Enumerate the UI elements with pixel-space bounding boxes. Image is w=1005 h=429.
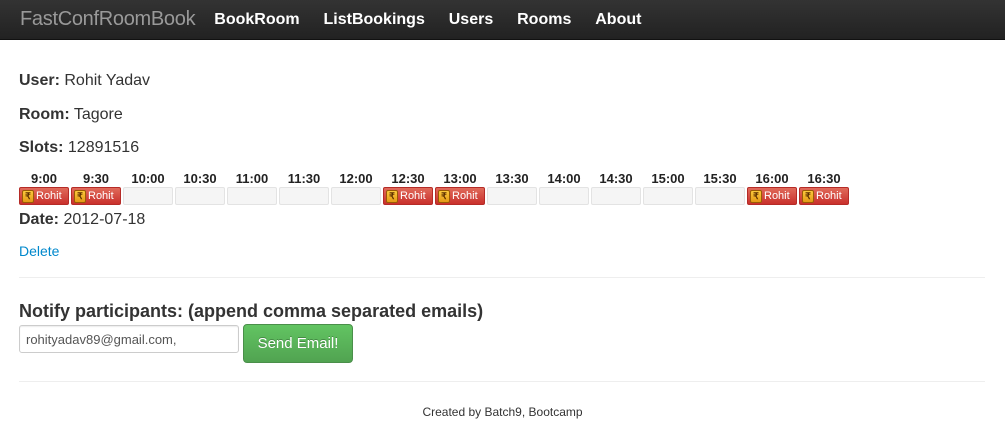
slot-time: 11:30 xyxy=(287,171,321,186)
slot-column: 11:00 xyxy=(227,170,277,205)
slot-empty[interactable] xyxy=(227,187,277,205)
slot-time: 16:30 xyxy=(807,171,841,186)
slot-empty[interactable] xyxy=(487,187,537,205)
slot-time: 12:00 xyxy=(339,171,373,186)
notify-title: Notify participants: (append comma separ… xyxy=(19,301,484,321)
slot-column: 15:30 xyxy=(695,170,745,205)
send-email-button[interactable]: Send Email! xyxy=(243,324,353,363)
slot-time: 12:30 xyxy=(391,171,425,186)
slot-time: 13:00 xyxy=(443,171,477,186)
slot-booker: Rohit xyxy=(400,190,426,202)
slot-empty[interactable] xyxy=(539,187,589,205)
slot-empty[interactable] xyxy=(591,187,641,205)
date-field: Date: 2012-07-18 xyxy=(19,211,145,229)
rupee-icon: ₹ xyxy=(438,189,450,203)
nav-rooms[interactable]: Rooms xyxy=(517,11,571,28)
slot-column: 13:00 ₹ Rohit xyxy=(435,170,485,205)
nav-bookroom[interactable]: BookRoom xyxy=(214,11,299,28)
main-nav: BookRoom ListBookings Users Rooms About xyxy=(214,11,661,29)
room-field: Room: Tagore xyxy=(19,106,123,124)
slots-value: 12891516 xyxy=(67,139,140,156)
rupee-icon: ₹ xyxy=(74,189,86,203)
delete-link[interactable]: Delete xyxy=(19,243,59,259)
slot-time: 16:00 xyxy=(755,171,789,186)
slot-booked[interactable]: ₹ Rohit xyxy=(747,187,797,205)
slot-time: 13:30 xyxy=(495,171,529,186)
slot-booked[interactable]: ₹ Rohit xyxy=(799,187,849,205)
slot-time: 15:00 xyxy=(651,171,685,186)
slot-column: 10:00 xyxy=(123,170,173,205)
slot-column: 12:30 ₹ Rohit xyxy=(383,170,433,205)
user-value: Rohit Yadav xyxy=(64,72,151,89)
divider xyxy=(19,381,985,382)
slot-time: 10:30 xyxy=(183,171,217,186)
slot-column: 14:00 xyxy=(539,170,589,205)
slot-booker: Rohit xyxy=(764,190,790,202)
slot-empty[interactable] xyxy=(331,187,381,205)
room-value: Tagore xyxy=(73,106,123,123)
slot-column: 16:00 ₹ Rohit xyxy=(747,170,797,205)
nav-users[interactable]: Users xyxy=(449,11,493,28)
slot-column: 13:30 xyxy=(487,170,537,205)
slot-time: 10:00 xyxy=(131,171,165,186)
rupee-icon: ₹ xyxy=(386,189,398,203)
slot-time: 14:30 xyxy=(599,171,633,186)
slot-column: 12:00 xyxy=(331,170,381,205)
brand-logo[interactable]: FastConfRoomBook xyxy=(20,8,196,31)
email-input[interactable] xyxy=(19,325,239,353)
slot-column: 16:30 ₹ Rohit xyxy=(799,170,849,205)
slot-booker: Rohit xyxy=(452,190,478,202)
rupee-icon: ₹ xyxy=(802,189,814,203)
user-label: User: xyxy=(19,72,60,89)
room-label: Room: xyxy=(19,106,70,123)
slot-booked[interactable]: ₹ Rohit xyxy=(435,187,485,205)
slots-field: Slots: 12891516 xyxy=(19,139,139,157)
slot-column: 11:30 xyxy=(279,170,329,205)
slot-time: 11:00 xyxy=(235,171,269,186)
slot-time: 9:30 xyxy=(82,171,110,186)
slot-booker: Rohit xyxy=(88,190,114,202)
slot-empty[interactable] xyxy=(695,187,745,205)
navbar: FastConfRoomBook BookRoom ListBookings U… xyxy=(0,0,1005,40)
slot-booked[interactable]: ₹ Rohit xyxy=(19,187,69,205)
date-value: 2012-07-18 xyxy=(63,211,146,228)
rupee-icon: ₹ xyxy=(750,189,762,203)
rupee-icon: ₹ xyxy=(22,189,34,203)
nav-listbookings[interactable]: ListBookings xyxy=(324,11,425,28)
slot-time: 9:00 xyxy=(30,171,58,186)
slot-booker: Rohit xyxy=(816,190,842,202)
divider xyxy=(19,277,985,278)
date-label: Date: xyxy=(19,211,60,228)
slot-booker: Rohit xyxy=(36,190,62,202)
slot-time: 14:00 xyxy=(547,171,581,186)
slot-column: 15:00 xyxy=(643,170,693,205)
slot-time: 15:30 xyxy=(703,171,737,186)
slot-column: 10:30 xyxy=(175,170,225,205)
slot-empty[interactable] xyxy=(643,187,693,205)
slot-column: 9:30 ₹ Rohit xyxy=(71,170,121,205)
slot-empty[interactable] xyxy=(279,187,329,205)
slot-grid: 9:00 ₹ Rohit 9:30 ₹ Rohit 10:00 10:30 11:00 11:30… xyxy=(19,170,851,205)
slot-booked[interactable]: ₹ Rohit xyxy=(71,187,121,205)
user-field: User: Rohit Yadav xyxy=(19,72,150,90)
slot-column: 14:30 xyxy=(591,170,641,205)
slots-label: Slots: xyxy=(19,139,64,156)
slot-empty[interactable] xyxy=(123,187,173,205)
slot-booked[interactable]: ₹ Rohit xyxy=(383,187,433,205)
slot-empty[interactable] xyxy=(175,187,225,205)
slot-column: 9:00 ₹ Rohit xyxy=(19,170,69,205)
nav-about[interactable]: About xyxy=(595,11,641,28)
footer-text: Created by Batch9, Bootcamp xyxy=(422,405,583,419)
